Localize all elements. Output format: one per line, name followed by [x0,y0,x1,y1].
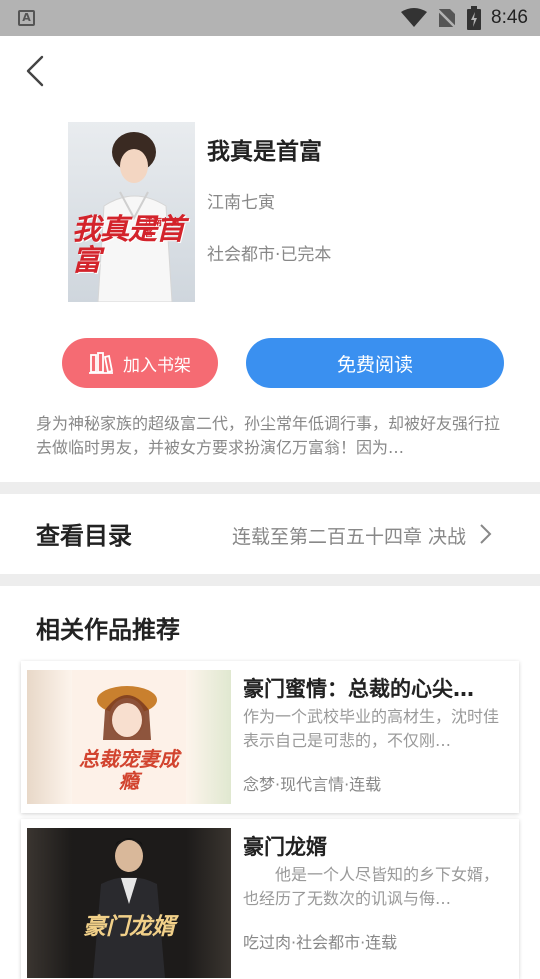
recommend-heading: 相关作品推荐 [36,616,180,644]
add-to-shelf-button[interactable]: 加入书架 [62,338,218,388]
section-divider [0,482,540,494]
add-to-shelf-label: 加入书架 [123,355,191,376]
wifi-icon [401,8,428,27]
recommend-card[interactable]: 总裁宠妻成瘾 豪门蜜情：总裁的心尖… 作为一个武校毕业的高材生，沈时佳表示自己是… [21,661,519,813]
recommend-desc: 作为一个武校毕业的高材生，沈时佳表示自己是可悲的，不仅刚… [243,707,500,750]
recommend-meta: 念梦·现代言情·连载 [243,775,382,794]
status-bar: A 8:46 [0,0,540,36]
free-read-button[interactable]: 免费阅读 [246,338,504,388]
book-cover: 我真是首富 江南七寅 著 [68,122,195,302]
free-read-label: 免费阅读 [336,353,413,376]
clock: 8:46 [491,7,528,28]
no-sim-icon [437,9,457,29]
recommend-cover: 总裁宠妻成瘾 [27,670,231,804]
back-arrow-icon[interactable] [22,54,50,88]
table-of-contents-row[interactable]: 查看目录 连载至第二百五十四章 决战 [0,494,540,574]
recommend-title: 豪门龙婿 [243,835,327,859]
book-author[interactable]: 江南七寅 [207,188,275,213]
toc-label: 查看目录 [36,522,132,550]
recommend-card[interactable]: 豪门龙婿 豪门龙婿 他是一个人尽皆知的乡下女婿，也经历了无数次的讥讽与侮… 吃过… [21,819,519,979]
latest-chapter: 连载至第二百五十四章 决战 [231,526,466,548]
battery-icon [467,6,482,30]
section-divider [0,574,540,586]
recommend-meta: 吃过肉·社会都市·连载 [243,933,398,952]
book-meta: 社会都市·已完本 [207,245,332,265]
bookshelf-icon [89,352,113,374]
app-notification-icon: A [18,10,35,26]
recommend-cover-art-text: 豪门龙婿 [83,914,175,940]
recommend-cover: 豪门龙婿 [27,828,231,978]
recommend-cover-art-text: 总裁宠妻成瘾 [79,747,179,793]
recommend-title: 豪门蜜情：总裁的心尖… [243,677,474,701]
book-description[interactable]: 身为神秘家族的超级富二代，孙尘常年低调行事，却被好友强行拉去做临时男友，并被女方… [36,412,508,460]
chevron-right-icon [480,524,492,544]
cover-author-tag: 江南七寅 著 [144,218,181,239]
book-title: 我真是首富 [207,139,322,165]
recommend-desc: 他是一个人尽皆知的乡下女婿，也经历了无数次的讥讽与侮… [243,865,500,908]
